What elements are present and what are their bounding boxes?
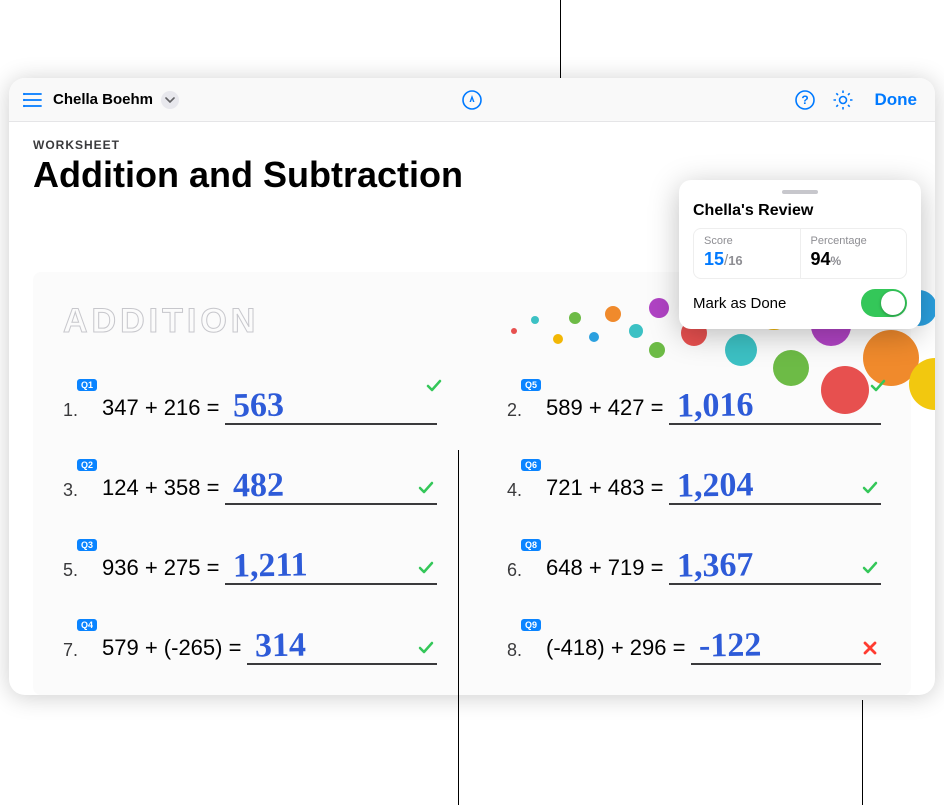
question-expression: 347 + 216 =: [102, 395, 219, 425]
answer-field[interactable]: 482: [225, 465, 437, 505]
answer-field[interactable]: 563: [225, 385, 437, 425]
mark-done-row: Mark as Done: [693, 289, 907, 317]
worksheet-label: WORKSHEET: [33, 138, 911, 152]
mark-done-toggle[interactable]: [861, 289, 907, 317]
answer-field[interactable]: 1,016: [669, 385, 881, 425]
question-number: 1.: [63, 400, 78, 425]
answer-field[interactable]: 1,204: [669, 465, 881, 505]
student-answer: 482: [233, 467, 285, 506]
question-badge: Q5: [521, 379, 541, 391]
student-answer: 314: [255, 627, 307, 666]
callout-line: [862, 700, 863, 805]
student-answer: -122: [699, 626, 762, 665]
question-badge: Q9: [521, 619, 541, 631]
help-icon[interactable]: ?: [793, 88, 817, 112]
question-item[interactable]: 8. Q9 (-418) + 296 = -122: [507, 621, 881, 665]
app-window: Chella Boehm ? Done WORKSHEET Addition a…: [9, 78, 935, 695]
check-icon[interactable]: [861, 479, 879, 497]
answer-field[interactable]: 1,211: [225, 545, 437, 585]
question-badge: Q8: [521, 539, 541, 551]
student-answer: 1,016: [677, 386, 754, 425]
markup-tool-icon[interactable]: [460, 88, 484, 112]
question-expression: (-418) + 296 =: [546, 635, 685, 665]
question-number: 7.: [63, 640, 78, 665]
bubble-icon: [909, 358, 935, 410]
menu-icon[interactable]: [21, 88, 45, 112]
user-name[interactable]: Chella Boehm: [53, 91, 153, 108]
mark-done-label: Mark as Done: [693, 295, 786, 312]
question-item[interactable]: 1. Q1 347 + 216 = 563: [63, 381, 437, 425]
toolbar-right: ? Done: [793, 86, 924, 114]
chevron-down-icon[interactable]: [161, 91, 179, 109]
question-item[interactable]: 5. Q3 936 + 275 = 1,211: [63, 541, 437, 585]
review-title: Chella's Review: [693, 202, 907, 220]
review-stats: Score 15/16 Percentage 94%: [693, 228, 907, 279]
question-number: 2.: [507, 400, 522, 425]
question-item[interactable]: 6. Q8 648 + 719 = 1,367: [507, 541, 881, 585]
check-icon[interactable]: [425, 377, 443, 395]
content-area: WORKSHEET Addition and Subtraction Chell…: [9, 122, 935, 695]
question-number: 8.: [507, 640, 522, 665]
bubble-icon: [649, 342, 665, 358]
toolbar: Chella Boehm ? Done: [9, 78, 935, 122]
percentage-value: 94%: [811, 249, 897, 270]
review-panel: Chella's Review Score 15/16 Percentage 9…: [679, 180, 921, 329]
check-icon[interactable]: [869, 377, 887, 395]
score-value: 15/16: [704, 249, 790, 270]
question-expression: 936 + 275 =: [102, 555, 219, 585]
question-expression: 648 + 719 =: [546, 555, 663, 585]
percentage-label: Percentage: [811, 235, 897, 247]
settings-icon[interactable]: [831, 88, 855, 112]
check-icon[interactable]: [861, 559, 879, 577]
question-number: 3.: [63, 480, 78, 505]
toolbar-center: [460, 88, 484, 112]
student-answer: 1,204: [677, 466, 754, 505]
answer-field[interactable]: -122: [691, 625, 881, 665]
callout-line: [458, 450, 459, 805]
svg-text:?: ?: [801, 93, 808, 107]
question-badge: Q3: [77, 539, 97, 551]
questions-grid: 1. Q1 347 + 216 = 563 2. Q5 589 + 427 = 1,016 3.…: [63, 381, 881, 665]
score-label: Score: [704, 235, 790, 247]
x-icon[interactable]: [861, 639, 879, 657]
check-icon[interactable]: [417, 479, 435, 497]
question-number: 5.: [63, 560, 78, 585]
toolbar-left: Chella Boehm: [21, 88, 179, 112]
done-button[interactable]: Done: [869, 86, 924, 114]
question-item[interactable]: 4. Q6 721 + 483 = 1,204: [507, 461, 881, 505]
answer-field[interactable]: 1,367: [669, 545, 881, 585]
question-badge: Q2: [77, 459, 97, 471]
answer-field[interactable]: 314: [247, 625, 437, 665]
question-expression: 124 + 358 =: [102, 475, 219, 505]
worksheet-body: ADDITION 1.Q1347 + 216 =5632.Q5589 + 427…: [33, 272, 911, 695]
percentage-cell: Percentage 94%: [800, 229, 907, 278]
student-answer: 563: [233, 387, 285, 426]
question-expression: 721 + 483 =: [546, 475, 663, 505]
question-expression: 589 + 427 =: [546, 395, 663, 425]
student-answer: 1,211: [233, 546, 308, 585]
question-number: 6.: [507, 560, 522, 585]
question-badge: Q1: [77, 379, 97, 391]
question-item[interactable]: 7. Q4 579 + (-265) = 314: [63, 621, 437, 665]
score-cell: Score 15/16: [694, 229, 800, 278]
check-icon[interactable]: [417, 639, 435, 657]
callout-line: [560, 0, 561, 78]
drag-handle-icon[interactable]: [782, 190, 818, 194]
question-item[interactable]: 3. Q2 124 + 358 = 482: [63, 461, 437, 505]
question-number: 4.: [507, 480, 522, 505]
question-expression: 579 + (-265) =: [102, 635, 241, 665]
question-badge: Q6: [521, 459, 541, 471]
student-answer: 1,367: [677, 546, 754, 585]
question-item[interactable]: 2. Q5 589 + 427 = 1,016: [507, 381, 881, 425]
check-icon[interactable]: [417, 559, 435, 577]
question-badge: Q4: [77, 619, 97, 631]
